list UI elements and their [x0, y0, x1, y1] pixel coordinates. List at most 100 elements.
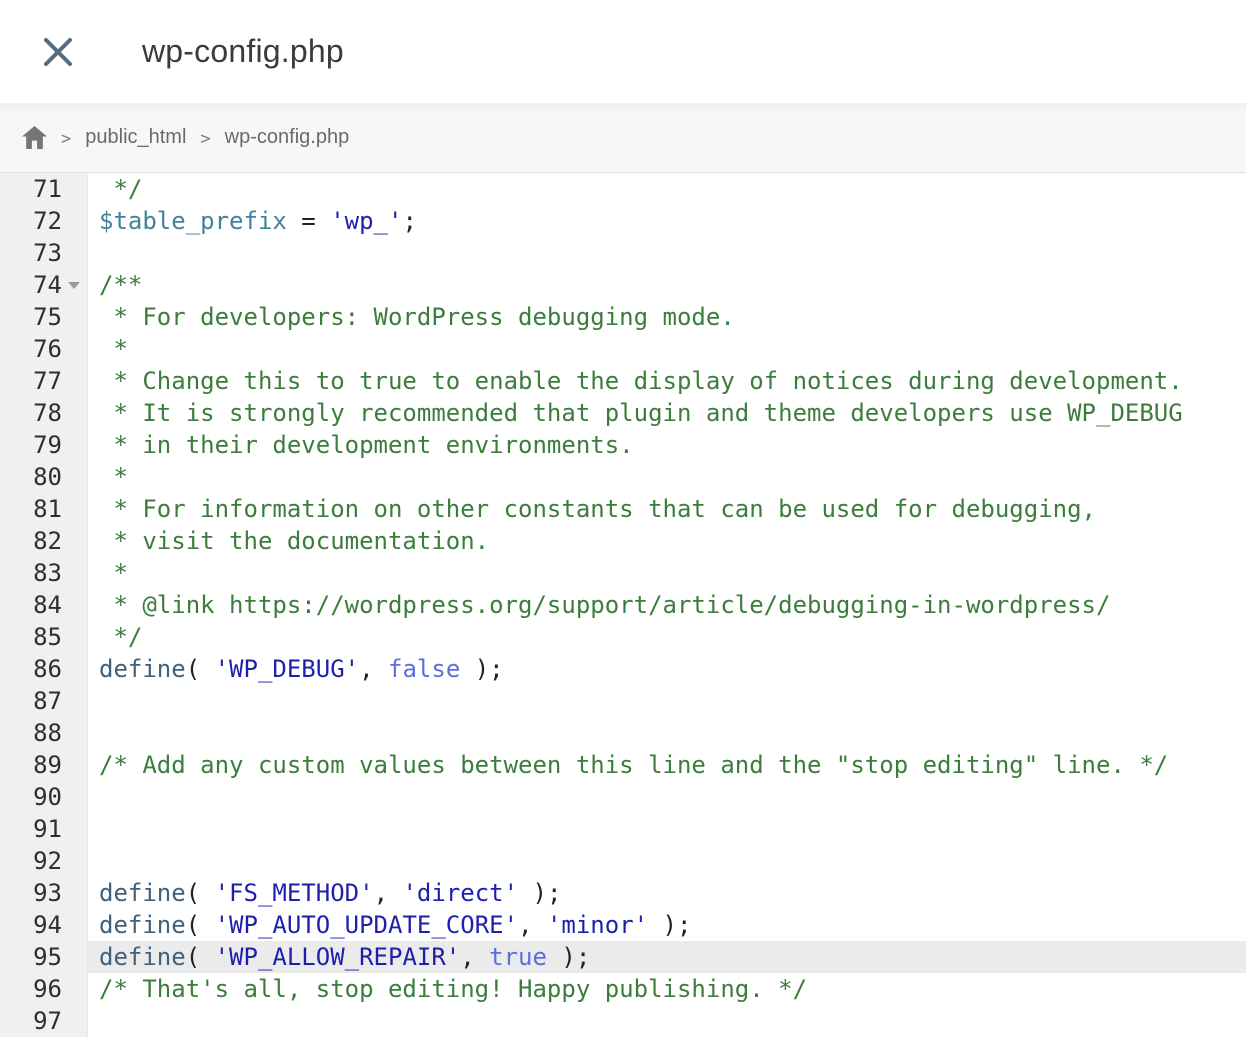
gutter: 83 [0, 557, 88, 589]
gutter: 74 [0, 269, 88, 301]
code-text[interactable]: /* Add any custom values between this li… [88, 749, 1246, 781]
code-line[interactable]: 96/* That's all, stop editing! Happy pub… [0, 973, 1246, 1005]
code-token-comment: * in their development environments. [99, 431, 634, 459]
line-number: 86 [0, 653, 62, 685]
code-token-comment: * It is strongly recommended that plugin… [99, 399, 1183, 427]
code-token-atom: false [388, 655, 460, 683]
code-text[interactable] [88, 813, 1246, 845]
code-text[interactable] [88, 237, 1246, 269]
code-text[interactable]: define( 'WP_DEBUG', false ); [88, 653, 1246, 685]
close-icon [41, 35, 75, 69]
code-token-plain: , [518, 911, 547, 939]
code-line[interactable]: 73 [0, 237, 1246, 269]
code-line[interactable]: 75 * For developers: WordPress debugging… [0, 301, 1246, 333]
code-line[interactable]: 84 * @link https://wordpress.org/support… [0, 589, 1246, 621]
code-token-plain: ); [518, 879, 561, 907]
code-text[interactable]: * For developers: WordPress debugging mo… [88, 301, 1246, 333]
line-number: 97 [0, 1005, 62, 1037]
code-line[interactable]: 82 * visit the documentation. [0, 525, 1246, 557]
code-line[interactable]: 88 [0, 717, 1246, 749]
fold-toggle[interactable] [62, 282, 86, 289]
code-text[interactable]: * For information on other constants tha… [88, 493, 1246, 525]
code-text[interactable]: * [88, 333, 1246, 365]
code-token-comment: /* That's all, stop editing! Happy publi… [99, 975, 807, 1003]
code-text[interactable]: * @link https://wordpress.org/support/ar… [88, 589, 1246, 621]
line-number: 82 [0, 525, 62, 557]
close-button[interactable] [36, 30, 80, 74]
code-text[interactable]: define( 'WP_AUTO_UPDATE_CORE', 'minor' )… [88, 909, 1246, 941]
code-editor[interactable]: 71 */72$table_prefix = 'wp_';7374/**75 *… [0, 173, 1246, 1038]
code-text[interactable]: */ [88, 173, 1246, 205]
code-text[interactable] [88, 717, 1246, 749]
code-line[interactable]: 77 * Change this to true to enable the d… [0, 365, 1246, 397]
code-line[interactable]: 83 * [0, 557, 1246, 589]
code-token-plain: , [374, 879, 403, 907]
line-number: 92 [0, 845, 62, 877]
code-text[interactable] [88, 781, 1246, 813]
code-line[interactable]: 95define( 'WP_ALLOW_REPAIR', true ); [0, 941, 1246, 973]
code-line[interactable]: 91 [0, 813, 1246, 845]
code-text[interactable]: * visit the documentation. [88, 525, 1246, 557]
gutter: 90 [0, 781, 88, 813]
gutter: 94 [0, 909, 88, 941]
code-text[interactable]: * in their development environments. [88, 429, 1246, 461]
fold-arrow-icon[interactable] [68, 282, 80, 289]
gutter: 77 [0, 365, 88, 397]
code-text[interactable]: /** [88, 269, 1246, 301]
breadcrumb-item-public-html[interactable]: public_html [85, 126, 186, 149]
code-text[interactable]: */ [88, 621, 1246, 653]
gutter: 81 [0, 493, 88, 525]
code-text[interactable]: * [88, 461, 1246, 493]
code-token-variable: $table_prefix [99, 207, 287, 235]
code-text[interactable]: $table_prefix = 'wp_'; [88, 205, 1246, 237]
code-line[interactable]: 81 * For information on other constants … [0, 493, 1246, 525]
code-text[interactable] [88, 685, 1246, 717]
gutter: 88 [0, 717, 88, 749]
code-token-plain: ; [402, 207, 416, 235]
code-line[interactable]: 87 [0, 685, 1246, 717]
code-text[interactable]: /* That's all, stop editing! Happy publi… [88, 973, 1246, 1005]
code-token-comment: * [99, 559, 128, 587]
gutter: 72 [0, 205, 88, 237]
code-text[interactable]: define( 'WP_ALLOW_REPAIR', true ); [88, 941, 1246, 973]
line-number: 77 [0, 365, 62, 397]
line-number: 75 [0, 301, 62, 333]
code-line[interactable]: 71 */ [0, 173, 1246, 205]
breadcrumb-separator: > [186, 129, 224, 149]
code-line[interactable]: 72$table_prefix = 'wp_'; [0, 205, 1246, 237]
code-line[interactable]: 97 [0, 1005, 1246, 1037]
code-line[interactable]: 78 * It is strongly recommended that plu… [0, 397, 1246, 429]
code-line[interactable]: 85 */ [0, 621, 1246, 653]
gutter: 87 [0, 685, 88, 717]
code-line[interactable]: 89/* Add any custom values between this … [0, 749, 1246, 781]
code-line[interactable]: 93 define( 'FS_METHOD', 'direct' ); [0, 877, 1246, 909]
code-line[interactable]: 86 define( 'WP_DEBUG', false ); [0, 653, 1246, 685]
code-line[interactable]: 90 [0, 781, 1246, 813]
line-number: 93 [0, 877, 62, 909]
code-line[interactable]: 76 * [0, 333, 1246, 365]
editor-header: wp-config.php [0, 0, 1246, 103]
code-token-plain: ( [186, 655, 215, 683]
gutter: 80 [0, 461, 88, 493]
code-token-plain: ( [186, 911, 215, 939]
code-text[interactable] [88, 845, 1246, 877]
code-text[interactable]: define( 'FS_METHOD', 'direct' ); [88, 877, 1246, 909]
gutter: 85 [0, 621, 88, 653]
line-number: 78 [0, 397, 62, 429]
code-text[interactable] [88, 1005, 1246, 1037]
gutter: 95 [0, 941, 88, 973]
code-line[interactable]: 80 * [0, 461, 1246, 493]
code-line[interactable]: 79 * in their development environments. [0, 429, 1246, 461]
code-text[interactable]: * It is strongly recommended that plugin… [88, 397, 1246, 429]
code-text[interactable]: * Change this to true to enable the disp… [88, 365, 1246, 397]
gutter: 82 [0, 525, 88, 557]
code-token-string: 'wp_' [330, 207, 402, 235]
gutter: 79 [0, 429, 88, 461]
code-line[interactable]: 94define( 'WP_AUTO_UPDATE_CORE', 'minor'… [0, 909, 1246, 941]
code-text[interactable]: * [88, 557, 1246, 589]
code-line[interactable]: 92 [0, 845, 1246, 877]
home-icon [22, 126, 47, 149]
breadcrumb-home[interactable] [22, 126, 47, 149]
gutter: 73 [0, 237, 88, 269]
code-line[interactable]: 74/** [0, 269, 1246, 301]
